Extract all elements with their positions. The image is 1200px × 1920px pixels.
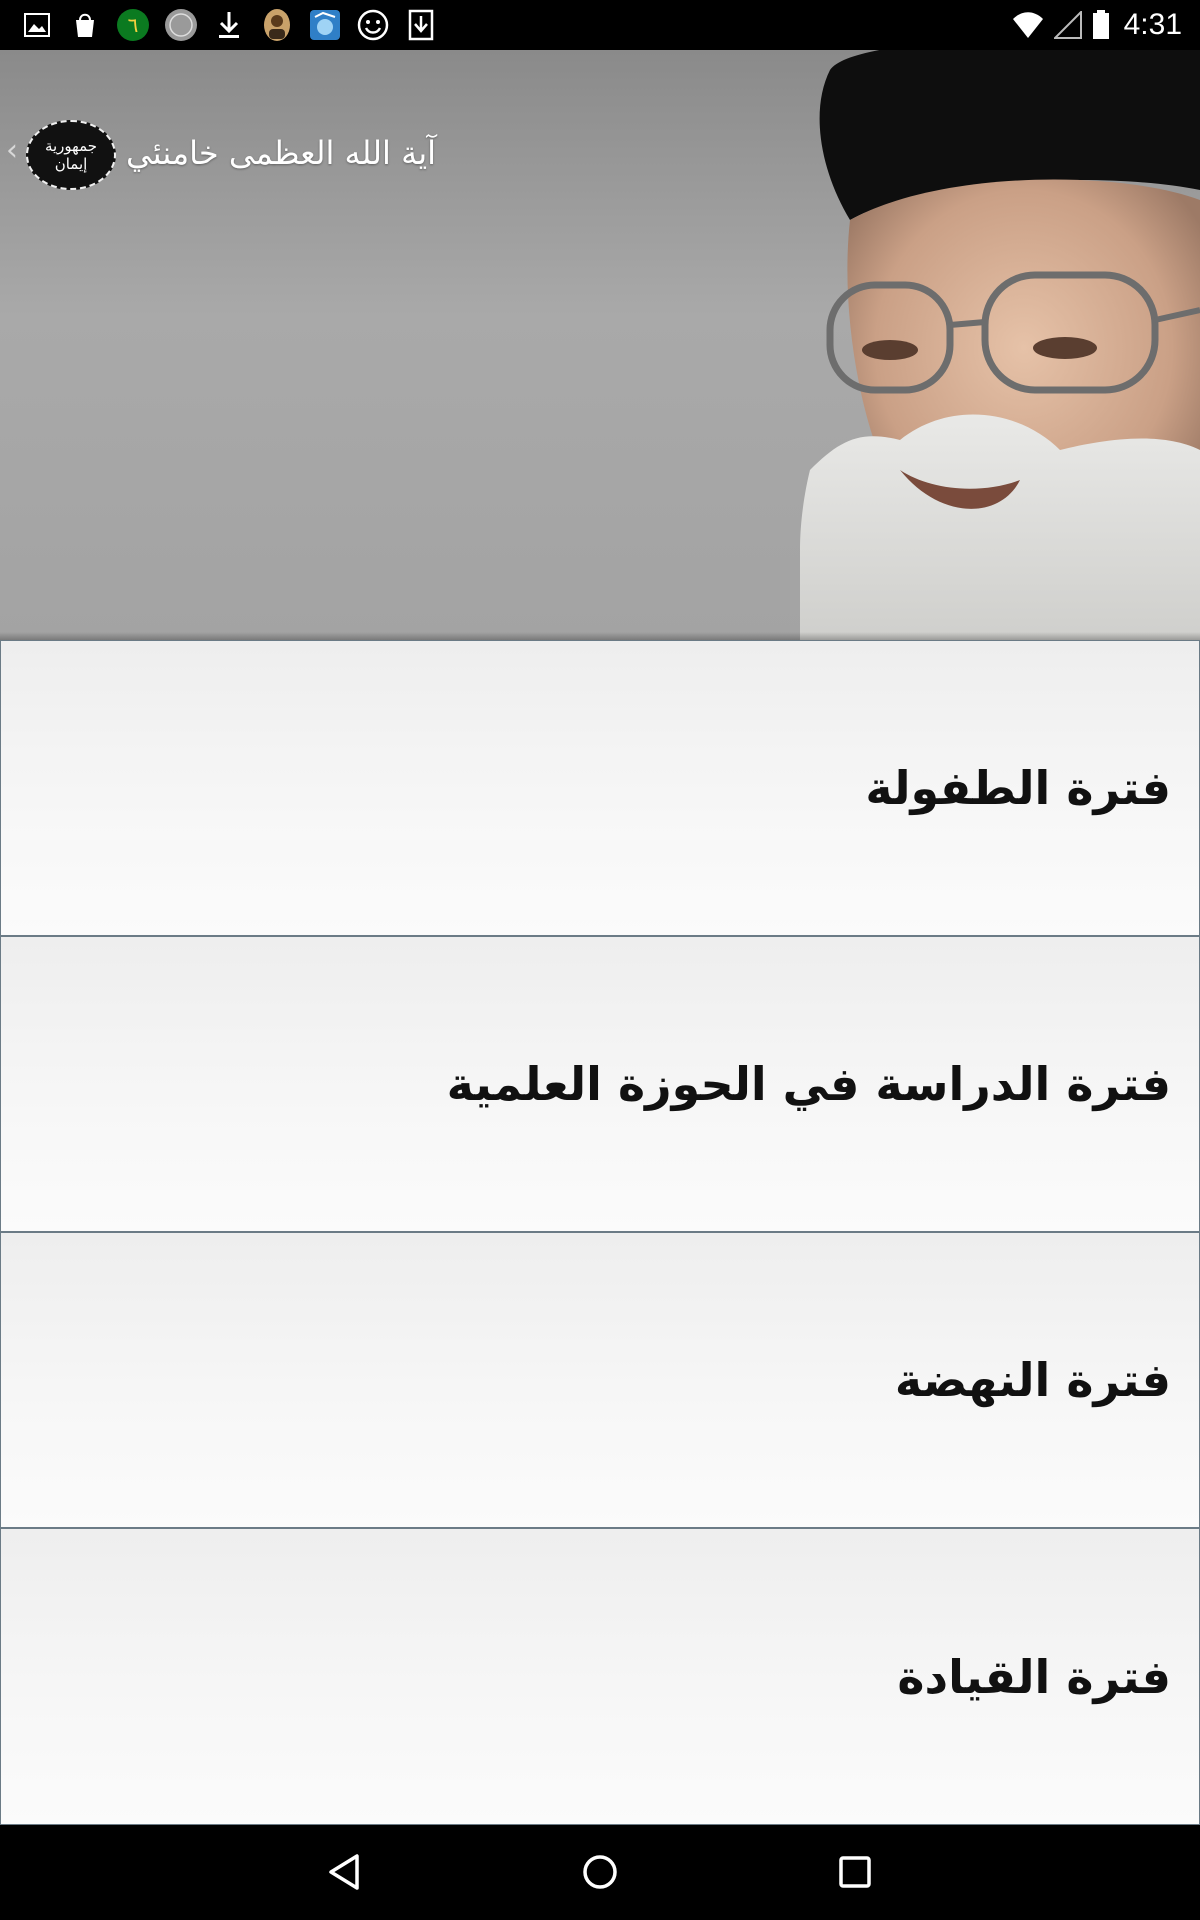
logo-line-1: جمهورية: [44, 137, 98, 155]
home-icon[interactable]: [575, 1847, 625, 1897]
back-icon[interactable]: [320, 1847, 370, 1897]
portrait-image: [800, 50, 1200, 640]
status-bar: ٦ 4:31: [0, 0, 1200, 50]
banner-shadow: [0, 632, 1200, 640]
portrait-icon: [260, 8, 294, 42]
wifi-icon: [1012, 11, 1044, 39]
photo-app-icon: [308, 8, 342, 42]
logo-line-2: إيمان: [54, 155, 88, 173]
svg-text:٦: ٦: [128, 13, 139, 37]
gallery-icon: [20, 8, 54, 42]
notification-icons: ٦: [20, 8, 452, 42]
download-box-icon: [404, 8, 438, 42]
back-chevron-icon[interactable]: ‹: [6, 136, 26, 166]
cell-signal-icon: [1053, 11, 1082, 39]
shopping-bag-icon: [68, 8, 102, 42]
status-icons: 4:31: [1002, 8, 1182, 42]
number-six-icon: ٦: [116, 8, 150, 42]
coin-icon: [164, 8, 198, 42]
smiley-icon: [356, 8, 390, 42]
battery-icon: [1092, 10, 1110, 40]
download-icon: [212, 8, 246, 42]
header-banner: ‹ جمهورية إيمان آية الله العظمى خامنئي: [0, 50, 1200, 640]
menu-list: فترة الطفولة فترة الدراسة في الحوزة العل…: [0, 640, 1200, 1825]
recents-icon[interactable]: [830, 1847, 880, 1897]
menu-item-label: فترة النهضة: [894, 1353, 1171, 1407]
menu-item-hawza-study[interactable]: فترة الدراسة في الحوزة العلمية: [0, 936, 1200, 1232]
menu-item-childhood[interactable]: فترة الطفولة: [0, 640, 1200, 936]
app-title: آية الله العظمى خامنئي: [126, 134, 437, 172]
menu-item-uprising[interactable]: فترة النهضة: [0, 1232, 1200, 1528]
menu-item-leadership[interactable]: فترة القيادة: [0, 1528, 1200, 1825]
menu-item-label: فترة الدراسة في الحوزة العلمية: [446, 1057, 1171, 1111]
menu-item-label: فترة الطفولة: [865, 761, 1171, 815]
navigation-bar: [0, 1825, 1200, 1920]
status-time: 4:31: [1123, 8, 1182, 41]
app-logo[interactable]: جمهورية إيمان: [26, 120, 116, 190]
app-screen: ٦ 4:31 ‹ جمهورية إيمان آية الله العظمى خ…: [0, 0, 1200, 1920]
menu-item-label: فترة القيادة: [897, 1649, 1171, 1704]
